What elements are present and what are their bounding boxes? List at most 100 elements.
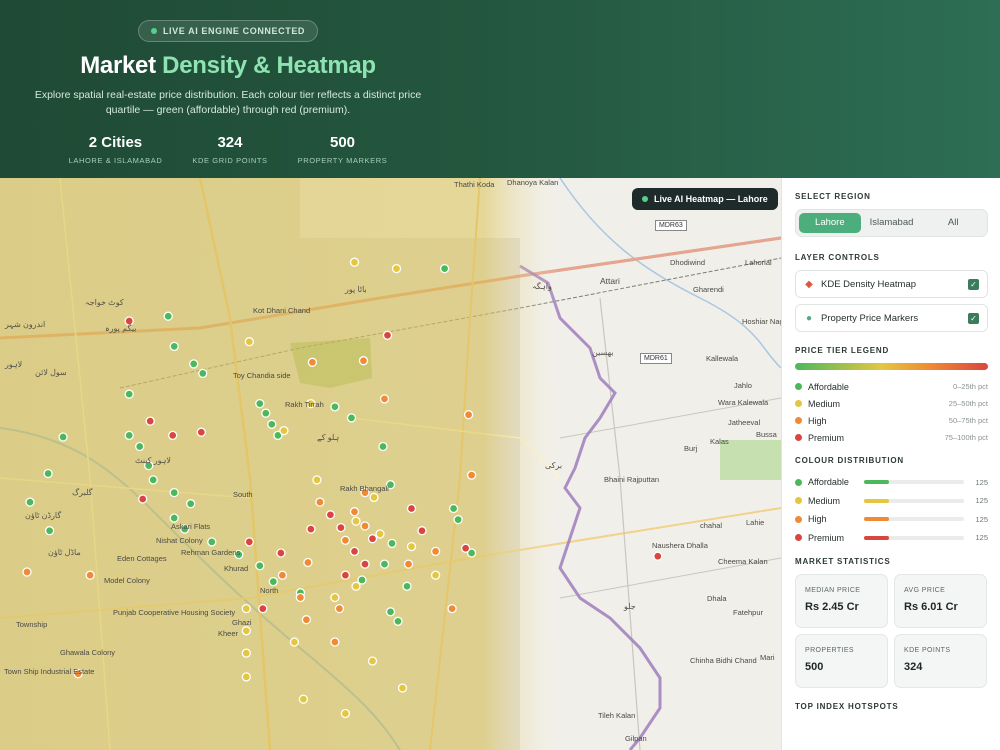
property-marker-medium[interactable] (241, 626, 251, 636)
property-marker-affordable[interactable] (169, 513, 179, 523)
property-marker-high[interactable] (358, 356, 369, 366)
property-marker-medium[interactable] (351, 516, 361, 526)
property-marker-premium[interactable] (145, 416, 155, 426)
property-marker-affordable[interactable] (198, 368, 208, 379)
property-marker-medium[interactable] (279, 425, 289, 436)
property-marker-medium[interactable] (397, 683, 408, 693)
property-marker-affordable[interactable] (453, 514, 463, 525)
property-marker-affordable[interactable] (267, 419, 277, 429)
property-marker-medium[interactable] (340, 708, 351, 719)
property-marker-affordable[interactable] (261, 408, 271, 418)
property-marker-affordable[interactable] (169, 341, 179, 352)
property-marker-medium[interactable] (367, 656, 378, 666)
property-marker-high[interactable] (340, 535, 351, 545)
property-marker-premium[interactable] (460, 543, 471, 553)
property-marker-affordable[interactable] (255, 398, 265, 409)
property-marker-medium[interactable] (244, 337, 254, 347)
property-marker-affordable[interactable] (402, 581, 412, 591)
region-tab-all[interactable]: All (922, 213, 984, 233)
property-marker-high[interactable] (303, 557, 313, 568)
property-marker-high[interactable] (330, 637, 340, 647)
property-marker-high[interactable] (315, 497, 325, 507)
property-marker-high[interactable] (22, 567, 32, 577)
property-marker-medium[interactable] (298, 694, 309, 704)
property-marker-high[interactable] (277, 570, 288, 580)
property-marker-high[interactable] (85, 570, 95, 580)
property-marker-high[interactable] (403, 559, 414, 569)
property-marker-affordable[interactable] (448, 503, 459, 514)
layer-toggle-heatmap[interactable]: ◆ KDE Density Heatmap ✓ (795, 270, 988, 298)
property-marker-affordable[interactable] (43, 468, 53, 479)
property-marker-high[interactable] (334, 603, 345, 614)
property-marker-premium[interactable] (653, 551, 663, 561)
checkbox-heatmap[interactable]: ✓ (968, 278, 979, 290)
property-marker-premium[interactable] (168, 430, 178, 441)
property-marker-affordable[interactable] (378, 441, 388, 452)
property-marker-affordable[interactable] (385, 607, 396, 617)
region-tab-islamabad[interactable]: Islamabad (861, 213, 923, 233)
property-marker-premium[interactable] (367, 534, 378, 544)
map-canvas[interactable] (0, 178, 781, 750)
property-marker-premium[interactable] (325, 510, 336, 520)
property-marker-affordable[interactable] (379, 559, 390, 569)
property-marker-premium[interactable] (138, 494, 148, 504)
property-marker-medium[interactable] (369, 492, 379, 503)
property-marker-affordable[interactable] (169, 487, 179, 498)
property-marker-affordable[interactable] (124, 389, 134, 399)
property-marker-premium[interactable] (258, 603, 268, 614)
property-marker-high[interactable] (379, 394, 390, 404)
property-marker-premium[interactable] (244, 537, 254, 547)
property-marker-high[interactable] (430, 546, 441, 557)
property-marker-medium[interactable] (289, 637, 300, 647)
property-marker-affordable[interactable] (189, 359, 199, 369)
property-marker-affordable[interactable] (148, 475, 158, 485)
property-marker-premium[interactable] (336, 522, 346, 533)
property-marker-premium[interactable] (340, 570, 351, 580)
heatmap-map[interactable]: Thathi Koda Dhanoya Kalan Attari Dhodiwi… (0, 178, 781, 750)
property-marker-affordable[interactable] (357, 575, 367, 585)
property-marker-high[interactable] (307, 357, 318, 367)
property-marker-affordable[interactable] (207, 537, 217, 547)
region-tab-lahore[interactable]: Lahore (799, 213, 861, 233)
property-marker-medium[interactable] (430, 570, 441, 580)
property-marker-medium[interactable] (391, 263, 402, 274)
layer-toggle-markers[interactable]: ● Property Price Markers ✓ (795, 304, 988, 332)
property-marker-premium[interactable] (406, 503, 417, 514)
property-marker-affordable[interactable] (330, 402, 340, 412)
property-marker-premium[interactable] (276, 548, 286, 558)
property-marker-medium[interactable] (312, 475, 322, 485)
property-marker-affordable[interactable] (44, 526, 55, 536)
property-marker-affordable[interactable] (346, 413, 357, 423)
property-marker-medium[interactable] (330, 592, 340, 603)
property-marker-premium[interactable] (360, 559, 370, 569)
property-marker-high[interactable] (466, 470, 477, 480)
property-marker-affordable[interactable] (268, 576, 278, 587)
property-marker-affordable[interactable] (135, 441, 145, 452)
property-marker-high[interactable] (301, 615, 312, 625)
property-marker-medium[interactable] (241, 648, 251, 658)
property-marker-affordable[interactable] (124, 430, 134, 441)
property-marker-premium[interactable] (349, 546, 360, 557)
property-marker-affordable[interactable] (58, 432, 68, 442)
property-marker-high[interactable] (447, 603, 457, 614)
property-marker-affordable[interactable] (255, 561, 265, 571)
checkbox-markers[interactable]: ✓ (968, 312, 979, 324)
property-marker-high[interactable] (295, 592, 306, 603)
property-marker-high[interactable] (463, 410, 474, 420)
property-marker-affordable[interactable] (439, 263, 450, 274)
property-marker-medium[interactable] (351, 581, 361, 591)
property-marker-affordable[interactable] (393, 616, 403, 626)
property-marker-affordable[interactable] (387, 538, 397, 549)
property-marker-high[interactable] (349, 507, 360, 517)
property-marker-medium[interactable] (241, 603, 251, 614)
property-marker-premium[interactable] (306, 524, 316, 534)
property-marker-premium[interactable] (417, 526, 427, 536)
property-marker-medium[interactable] (406, 541, 417, 552)
property-marker-medium[interactable] (241, 672, 251, 682)
property-marker-premium[interactable] (382, 330, 393, 340)
property-marker-medium[interactable] (375, 529, 385, 539)
property-marker-affordable[interactable] (163, 311, 173, 321)
property-marker-affordable[interactable] (186, 499, 196, 509)
property-marker-high[interactable] (360, 521, 370, 531)
property-marker-affordable[interactable] (25, 497, 35, 507)
